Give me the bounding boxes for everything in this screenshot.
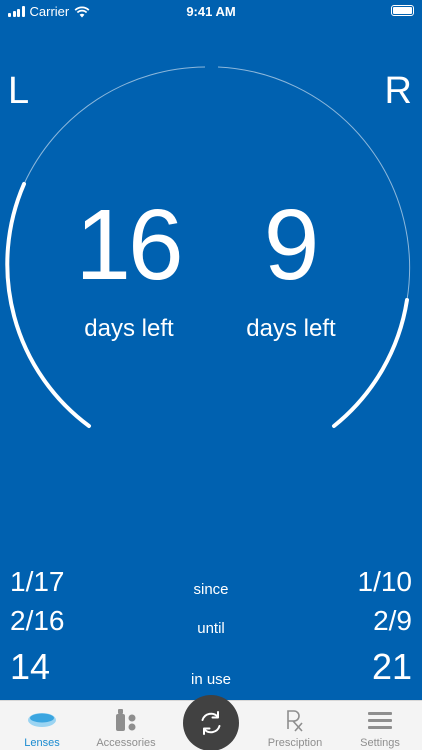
tab-lenses[interactable]: Lenses (0, 701, 84, 750)
tab-settings[interactable]: Settings (338, 701, 422, 750)
tab-lenses-label: Lenses (24, 737, 60, 749)
ring-track (23, 66, 206, 185)
tab-accessories[interactable]: Accessories (84, 701, 168, 750)
tab-accessories-label: Accessories (96, 737, 156, 749)
lens-icon (28, 713, 56, 727)
left-days-left: 16 (75, 189, 183, 301)
menu-icon (368, 712, 392, 729)
left-days-label: days left (84, 315, 174, 342)
tab-prescription-label: Presciption (267, 737, 323, 749)
tab-prescription[interactable]: Presciption (253, 701, 337, 750)
swap-icon (201, 711, 221, 735)
right-in-use-days: 21 (371, 646, 412, 687)
status-time: 9:41 AM (186, 4, 236, 19)
accessories-icon (116, 709, 136, 731)
status-bar: Carrier 9:41 AM (0, 0, 422, 24)
rx-icon (287, 710, 303, 732)
tab-settings-label: Settings (360, 737, 400, 749)
right-since-date: 1/10 (357, 566, 413, 597)
swap-lenses-button[interactable] (183, 695, 239, 750)
until-label: until (197, 620, 225, 637)
in-use-label: in use (190, 671, 232, 688)
right-days-left: 9 (263, 189, 320, 301)
right-until-date: 2/9 (373, 605, 412, 636)
right-days-label: days left (246, 315, 336, 342)
battery-icon (391, 5, 414, 16)
